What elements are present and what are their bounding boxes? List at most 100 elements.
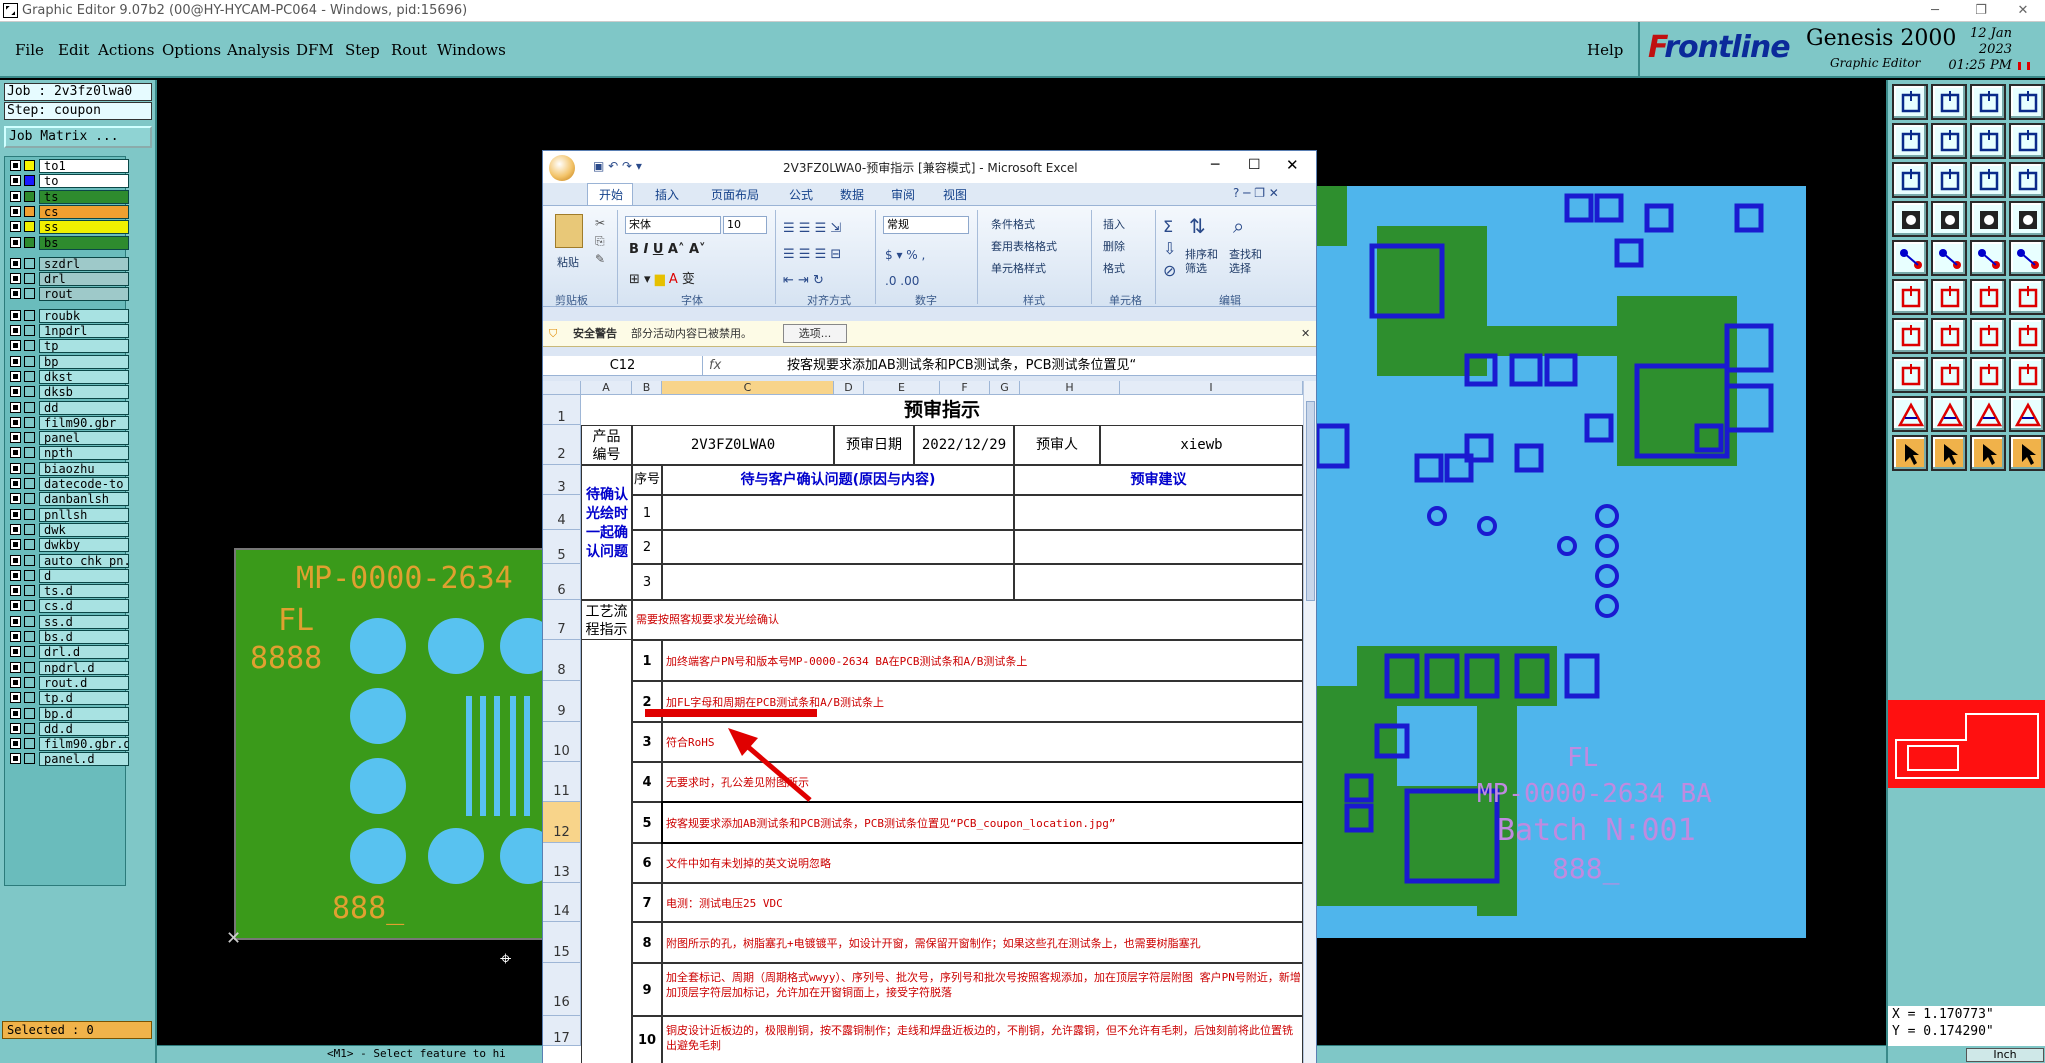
layer-name[interactable]: datecode-to <box>39 477 129 491</box>
layer-name[interactable]: film90.gbr <box>39 415 129 430</box>
layer-name[interactable]: to1 <box>39 159 129 173</box>
add-pad-icon[interactable] <box>1892 357 1928 393</box>
zoom-half-icon[interactable] <box>1970 162 2006 198</box>
menu-help[interactable]: Help <box>1587 41 1623 59</box>
sheet-title[interactable]: 预审指示 <box>581 395 1303 425</box>
item-number[interactable]: 6 <box>632 843 662 883</box>
alignment-buttons[interactable]: ☰ ☰ ☰ ⇲ ☰ ☰ ☰ ⊟ ⇤ ⇥ ↻ <box>783 216 841 294</box>
name-box[interactable]: C12 <box>543 356 703 376</box>
row-header[interactable]: 15 <box>543 922 581 963</box>
dash-icon[interactable] <box>1931 357 1967 393</box>
product-label[interactable]: 产品编号 <box>581 425 632 465</box>
layer-checkbox[interactable] <box>10 493 21 505</box>
layer-color-swatch[interactable] <box>24 600 35 612</box>
layer-row[interactable]: ts.d <box>7 584 129 599</box>
quick-access-icons[interactable]: ▣ ↶ ↷ ▾ <box>593 159 642 173</box>
layer-color-swatch[interactable] <box>24 175 35 187</box>
delete-icon[interactable] <box>1931 279 1967 315</box>
conditional-format-button[interactable]: 条件格式 <box>991 216 1035 232</box>
excel-close-button[interactable]: ✕ <box>1286 156 1299 174</box>
layer-name[interactable]: bs <box>39 235 129 250</box>
menu-actions[interactable]: Actions <box>98 41 154 59</box>
select-box-icon[interactable] <box>1970 435 2006 471</box>
layer-color-swatch[interactable] <box>24 401 35 413</box>
open-job-icon[interactable] <box>1892 84 1928 120</box>
layer-checkbox[interactable] <box>10 386 21 398</box>
row-header[interactable]: 11 <box>543 762 581 802</box>
layer-name[interactable]: 1npdrl <box>39 324 129 338</box>
column-header[interactable]: G <box>990 381 1020 395</box>
layer-color-swatch[interactable] <box>24 646 35 658</box>
layer-checkbox[interactable] <box>10 236 21 248</box>
layer-row[interactable]: danbanlsh <box>7 492 129 507</box>
minimize-button[interactable]: ─ <box>1912 0 1958 22</box>
confirm-label[interactable]: 待确认光绘时一起确认问题 <box>581 465 632 600</box>
layer-color-swatch[interactable] <box>24 309 35 321</box>
layer-color-swatch[interactable] <box>24 692 35 704</box>
insert-cells-button[interactable]: 插入 <box>1103 216 1125 232</box>
layer-name[interactable]: dd <box>39 400 129 415</box>
drc-icon[interactable] <box>2009 201 2045 237</box>
layer-color-swatch[interactable] <box>24 236 35 248</box>
cell-styles-button[interactable]: 单元格样式 <box>991 260 1046 276</box>
row-header[interactable]: 5 <box>543 530 581 564</box>
confirm-advice-cell[interactable] <box>1014 564 1303 600</box>
layer-row[interactable]: datecode-to <box>7 477 129 491</box>
confirm-seq[interactable]: 3 <box>632 564 662 600</box>
group-icon[interactable] <box>2009 357 2045 393</box>
item-text[interactable]: 铜皮设计近板边的，极限削铜，按不露铜制作；走线和焊盘近板边的，不削铜，允许露铜，… <box>662 1016 1303 1063</box>
layer-checkbox[interactable] <box>10 273 21 285</box>
dim-icon[interactable] <box>1970 357 2006 393</box>
layer-name[interactable]: panel <box>39 431 129 446</box>
layer-name[interactable]: dksb <box>39 385 129 400</box>
layer-row[interactable]: rout.d <box>7 675 129 690</box>
row-header[interactable]: 9 <box>543 681 581 722</box>
restore-button[interactable]: ❐ <box>1958 0 2004 22</box>
window-icon[interactable] <box>2009 84 2045 120</box>
row-header[interactable]: 14 <box>543 883 581 922</box>
exit-icon[interactable] <box>2009 123 2045 159</box>
menu-edit[interactable]: Edit <box>58 41 89 59</box>
layer-checkbox[interactable] <box>10 585 21 597</box>
layer-row[interactable]: ts <box>7 189 129 204</box>
column-header[interactable]: F <box>940 381 990 395</box>
column-header[interactable]: H <box>1020 381 1120 395</box>
row-header[interactable]: 1 <box>543 395 581 425</box>
flip-icon[interactable] <box>2009 318 2045 354</box>
layer-checkbox[interactable] <box>10 288 21 300</box>
layer-name[interactable]: ts.d <box>39 584 129 599</box>
triangle-c-icon[interactable] <box>1970 396 2006 432</box>
border-fill-color-buttons[interactable]: ⊞ ▾ ▆ A 变 <box>629 268 695 287</box>
layer-checkbox[interactable] <box>10 401 21 413</box>
column-header[interactable]: A <box>581 381 632 395</box>
layer-checkbox[interactable] <box>10 539 21 551</box>
surface-icon[interactable] <box>2009 240 2045 276</box>
layer-row[interactable]: panel <box>7 431 129 446</box>
layer-row[interactable]: drl.d <box>7 645 129 660</box>
layer-row[interactable]: dwkby <box>7 538 129 553</box>
layer-name[interactable]: ts <box>39 189 129 204</box>
autosum-icon[interactable]: Σ ⇩ ⊘ <box>1163 216 1176 282</box>
draw-arc-icon[interactable] <box>1931 318 1967 354</box>
confirm-issue-cell[interactable] <box>662 530 1014 564</box>
item-text[interactable]: 文件中如有未划掉的英文说明忽略 <box>662 843 1303 883</box>
seq-label[interactable]: 序号 <box>632 465 662 495</box>
item-number[interactable]: 9 <box>632 963 662 1016</box>
sort-filter-icon[interactable]: ⇅ <box>1189 214 1206 238</box>
item-text[interactable]: 附图所示的孔，树脂塞孔+电镀镀平，如设计开窗，需保留开窗制作；如果这些孔在测试条… <box>662 922 1303 963</box>
layer-name[interactable]: biaozhu <box>39 461 129 476</box>
move-icon[interactable] <box>1892 162 1928 198</box>
layer-row[interactable]: to1 <box>7 159 129 173</box>
layer-checkbox[interactable] <box>10 175 21 187</box>
layer-checkbox[interactable] <box>10 416 21 428</box>
row-header[interactable]: 16 <box>543 963 581 1016</box>
row-header[interactable]: 3 <box>543 465 581 495</box>
layer-name[interactable]: d <box>39 568 129 583</box>
layer-row[interactable]: dkst <box>7 369 129 384</box>
layer-checkbox[interactable] <box>10 432 21 444</box>
snap-icon[interactable] <box>1970 279 2006 315</box>
item-text[interactable]: 电测：测试电压25 VDC <box>662 883 1303 922</box>
process-label[interactable]: 工艺流程指示 <box>581 600 632 640</box>
layer-name[interactable]: rout.d <box>39 675 129 690</box>
row-header[interactable]: 8 <box>543 640 581 681</box>
